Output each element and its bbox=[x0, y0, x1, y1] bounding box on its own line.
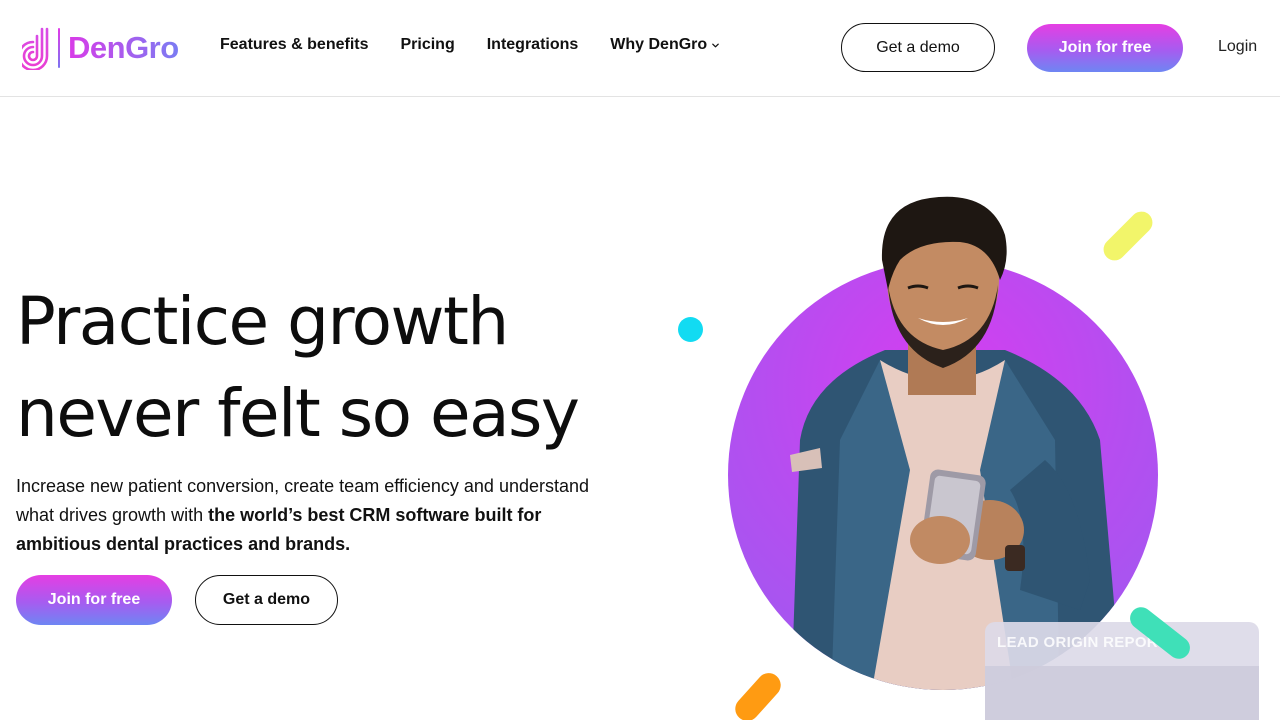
report-card-label: LEAD ORIGIN REPORT bbox=[997, 634, 1168, 651]
hero-join-free-button[interactable]: Join for free bbox=[16, 575, 172, 625]
lead-origin-report-card: LEAD ORIGIN REPORT bbox=[985, 622, 1259, 720]
site-header: DenGro Features & benefits Pricing Integ… bbox=[0, 0, 1280, 97]
login-link[interactable]: Login bbox=[1218, 38, 1257, 56]
nav-why-dengro-label: Why DenGro bbox=[610, 36, 708, 53]
main-nav: Features & benefits Pricing Integrations… bbox=[220, 36, 752, 54]
logo-divider bbox=[58, 28, 60, 68]
nav-pricing[interactable]: Pricing bbox=[400, 36, 454, 54]
hero-illustration: LEAD ORIGIN REPORT bbox=[660, 190, 1280, 720]
logo-wordmark: DenGro bbox=[68, 30, 179, 65]
nav-integrations[interactable]: Integrations bbox=[487, 36, 579, 54]
report-card-body bbox=[985, 666, 1259, 720]
chevron-down-icon bbox=[712, 43, 720, 47]
header-join-free-button[interactable]: Join for free bbox=[1027, 24, 1183, 72]
hero-title: Practice growth never felt so easy bbox=[16, 276, 580, 460]
nav-why-dengro[interactable]: Why DenGro bbox=[610, 36, 720, 54]
dengro-logo[interactable]: DenGro bbox=[22, 26, 179, 70]
hero-title-line2: never felt so easy bbox=[16, 375, 580, 452]
hero-subtitle: Increase new patient conversion, create … bbox=[16, 472, 606, 559]
dengro-logo-icon bbox=[22, 27, 49, 70]
hero-title-line1: Practice growth bbox=[16, 283, 509, 360]
header-get-demo-button[interactable]: Get a demo bbox=[841, 23, 995, 72]
nav-features-benefits[interactable]: Features & benefits bbox=[220, 36, 368, 54]
hero-get-demo-button[interactable]: Get a demo bbox=[195, 575, 338, 625]
